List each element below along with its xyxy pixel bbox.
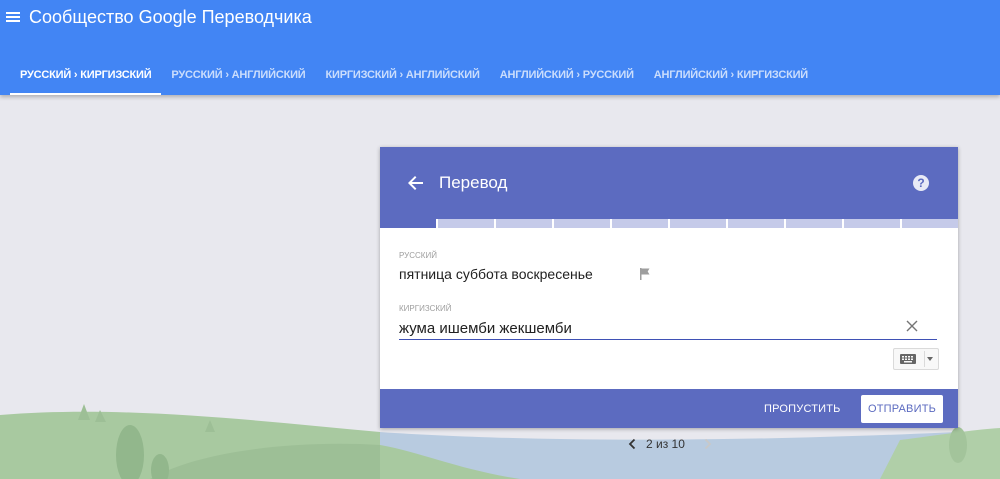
submit-button[interactable]: ОТПРАВИТЬ [861,395,943,423]
chevron-left-icon[interactable] [628,438,636,450]
keyboard-separator [924,351,925,367]
progress-segment-done [380,219,436,228]
translation-input[interactable] [399,317,937,340]
source-text: пятница суббота воскресенье [399,266,593,282]
tab-english-russian[interactable]: АНГЛИЙСКИЙ › РУССКИЙ [490,58,644,95]
help-icon[interactable]: ? [913,175,929,191]
tab-kyrgyz-english[interactable]: КИРГИЗСКИЙ › АНГЛИЙСКИЙ [316,58,490,95]
chevron-right-icon[interactable] [704,438,712,450]
progress-segment [554,219,610,228]
keyboard-button[interactable] [893,348,939,370]
progress-segment [902,219,958,228]
progress-segment [670,219,726,228]
source-language-label: РУССКИЙ [399,251,437,260]
progress-segment [728,219,784,228]
tab-russian-kyrgyz[interactable]: РУССКИЙ › КИРГИЗСКИЙ [10,58,162,95]
app-bar: Сообщество Google Переводчика РУССКИЙ › … [0,0,1000,95]
progress-segment [786,219,842,228]
language-pair-tabs: РУССКИЙ › КИРГИЗСКИЙ РУССКИЙ › АНГЛИЙСКИ… [10,58,818,95]
app-title: Сообщество Google Переводчика [29,7,312,27]
tab-russian-english[interactable]: РУССКИЙ › АНГЛИЙСКИЙ [161,58,315,95]
card-header: Перевод ? [380,147,958,219]
pager-count: 2 из 10 [646,437,685,451]
flag-icon[interactable] [638,267,652,281]
card-title: Перевод [439,173,508,192]
back-arrow-icon[interactable] [408,175,424,191]
keyboard-icon [900,354,916,364]
target-language-label: КИРГИЗСКИЙ [399,304,452,313]
translation-card: Перевод ? РУССКИЙ пятница суббота воскре… [380,147,958,428]
progress-segment [496,219,552,228]
skip-button[interactable]: ПРОПУСТИТЬ [758,397,847,421]
clear-icon[interactable] [906,320,918,332]
progress-bar [380,219,958,228]
card-footer: ПРОПУСТИТЬ ОТПРАВИТЬ [380,389,958,428]
progress-segment [612,219,668,228]
dropdown-arrow-icon[interactable] [927,357,933,361]
progress-segment [844,219,900,228]
menu-icon[interactable] [6,10,20,24]
tab-english-kyrgyz[interactable]: АНГЛИЙСКИЙ › КИРГИЗСКИЙ [644,58,818,95]
progress-segment [438,219,494,228]
